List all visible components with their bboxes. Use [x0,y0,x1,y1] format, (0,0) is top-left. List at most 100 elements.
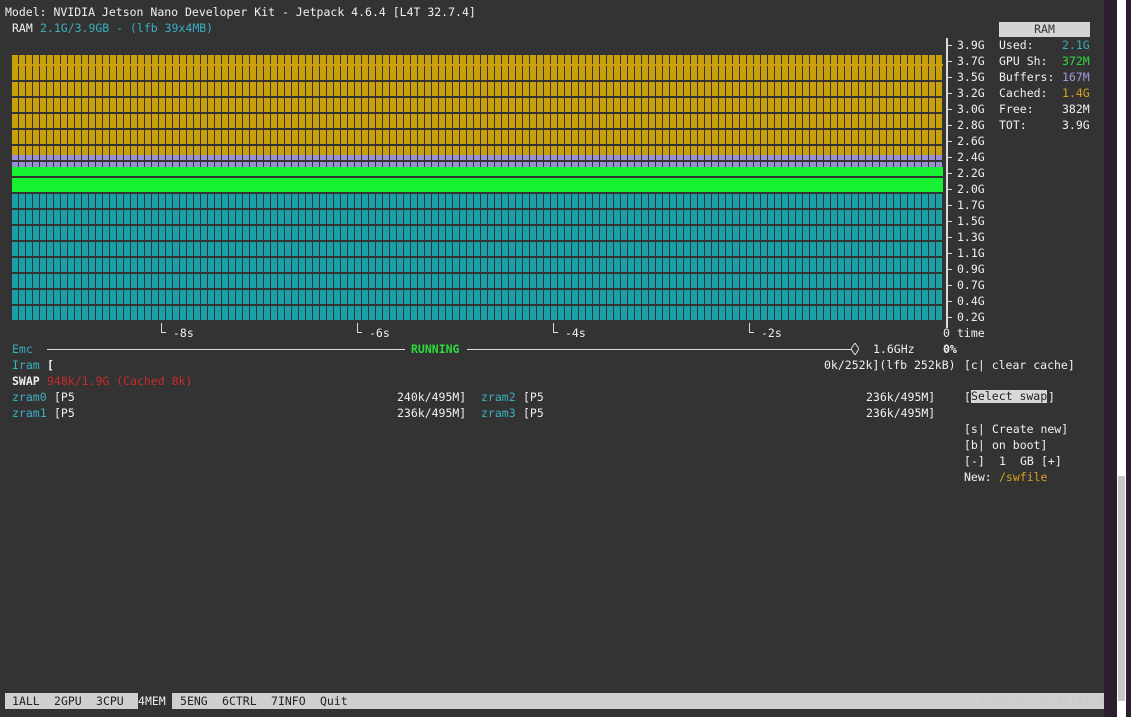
new-swap-label: New: [964,470,992,484]
scrollbar[interactable] [1117,0,1126,717]
size-decrease-button[interactable]: [-] [964,453,985,469]
y-tick-label: 3.0G [957,102,985,116]
ram-panel-label: Free: [999,102,1034,116]
zram1-name: zram1 [12,406,47,420]
y-tick [946,205,952,206]
select-swap-open-bracket: [ [964,390,971,404]
zram3-name: zram3 [481,406,516,420]
tab-label: INFO [277,694,306,708]
y-tick-label: 2.2G [957,166,985,180]
zram1-usage: 236k/495M] [397,406,467,420]
total-line [12,64,943,66]
y-tick [946,125,952,126]
y-tick-label: 3.9G [957,38,985,52]
x-tick [553,323,554,332]
y-tick-label: 2.4G [957,150,985,164]
emc-slider-handle-icon[interactable] [851,343,859,355]
x-tick-foot [357,332,362,333]
y-tick [946,237,952,238]
y-tick-label: 0.2G [957,310,985,324]
create-new-button[interactable]: Create new] [992,421,1068,437]
zram2-usage: 236k/495M] [866,390,936,404]
watermark-text: CSDN @FC2024C(R) X [980,694,1104,708]
emc-label: Emc [12,342,33,356]
size-value: 1 [999,454,1006,468]
ram-panel-label: Used: [999,38,1034,52]
model-line: Model: NVIDIA Jetson Nano Developer Kit … [5,5,476,19]
zram1-prio: [P5 [54,406,75,420]
tab-ctrl[interactable]: 6CTRL [222,693,257,709]
tab-eng[interactable]: 5ENG [180,693,208,709]
ram-panel-value: 3.9G [1062,118,1090,132]
row-separator [12,208,943,210]
scrollbar-thumb[interactable] [1118,476,1125,701]
size-increase-button[interactable]: [+] [1041,453,1062,469]
zram0-name: zram0 [12,390,47,404]
row-separator [12,144,943,146]
ram-panel-title: RAM [999,22,1090,37]
tab-cpu[interactable]: 3CPU [96,693,124,709]
ram-panel-label: Cached: [999,86,1048,100]
x-tick [357,323,358,332]
y-tick [946,301,952,302]
tab-info[interactable]: 7INFO [271,693,306,709]
zram2-prio: [P5 [523,390,544,404]
y-tick [946,221,952,222]
ram-panel-value: 2.1G [1062,38,1090,52]
tab-key: 5 [180,694,187,708]
row-separator [12,288,943,290]
on-boot-toggle[interactable]: on boot] [992,437,1047,453]
y-tick-label: 2.0G [957,182,985,196]
size-unit: GB [1020,454,1034,468]
y-tick [946,285,952,286]
y-tick [946,189,952,190]
tab-quit[interactable]: Quit [320,693,348,709]
clear-cache-button[interactable]: [c| clear cache] [964,357,1075,373]
zram3-prio: [P5 [523,406,544,420]
tab-key: 1 [12,694,19,708]
row-separator [12,256,943,258]
row-separator [12,96,943,98]
y-tick [946,253,952,254]
create-new-key: [s| [964,422,985,436]
y-tick-label: 1.3G [957,230,985,244]
tab-gpu[interactable]: 2GPU [54,693,82,709]
y-tick [946,317,952,318]
zram0-usage: 240k/495M] [397,390,467,404]
row-separator [12,192,943,194]
row-separator [12,240,943,242]
ram-chart-bands [12,40,943,326]
emc-percent: 0% [943,342,957,356]
x-tick-label: -2s [761,326,782,340]
series-band-gpu-sh [12,167,943,194]
y-tick [946,157,952,158]
x-tick [749,323,750,332]
ram-panel-label: Buffers: [999,70,1055,84]
y-tick [946,141,952,142]
zram3-usage: 236k/495M] [866,406,936,420]
x-tick-label: 0 [943,326,950,340]
x-axis-label: time [957,326,985,340]
x-tick-label: -6s [369,326,390,340]
y-tick [946,61,952,62]
x-tick-foot [553,332,558,333]
ram-title: RAM [12,21,40,35]
tab-label: CTRL [228,694,257,708]
y-tick-label: 3.5G [957,70,985,84]
ram-panel-label: TOT: [999,118,1027,132]
swap-label: SWAP [12,374,40,388]
new-swap-path: /swfile [999,470,1048,484]
x-tick-foot [161,332,166,333]
tab-all[interactable]: 1ALL [12,693,40,709]
emc-line-right [467,349,853,350]
y-tick-label: 1.5G [957,214,985,228]
y-tick [946,269,952,270]
y-tick-label: 0.4G [957,294,985,308]
select-swap-button[interactable]: Select swap [971,390,1048,403]
tab-label: GPU [60,694,82,708]
x-tick-label: -4s [565,326,586,340]
row-separator [12,176,943,178]
tab-mem[interactable]: 4MEM [138,693,172,709]
y-tick-label: 1.1G [957,246,985,260]
y-tick [946,109,952,110]
